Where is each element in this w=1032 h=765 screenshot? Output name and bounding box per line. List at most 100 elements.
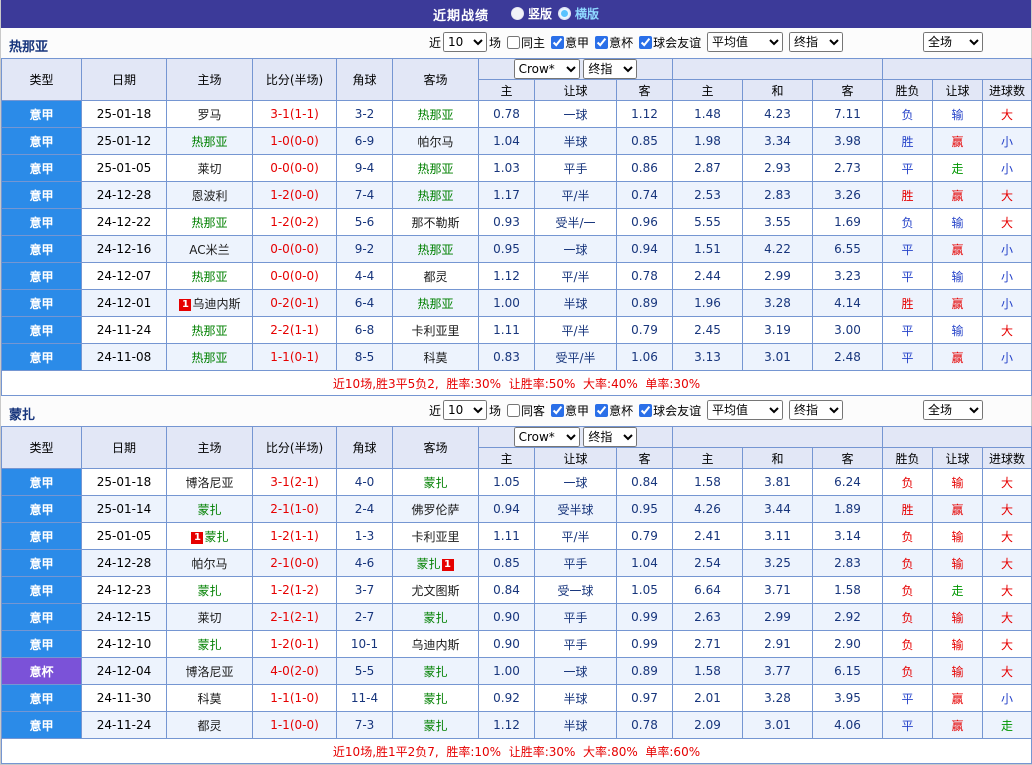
result-wdl-cell: 胜 — [882, 289, 934, 317]
home-team-cell: AC米兰 — [166, 235, 253, 263]
home-team-cell: 博洛尼亚 — [166, 468, 253, 496]
col-header-type: 类型 — [1, 426, 82, 469]
filter-checkbox-item[interactable]: 意甲 — [551, 402, 589, 419]
date-cell: 24-12-23 — [81, 576, 167, 604]
home-team-cell: 科莫 — [166, 684, 253, 712]
away-team-cell: 乌迪内斯 — [392, 630, 479, 658]
score-cell: 2-2(1-1) — [252, 316, 337, 344]
corners-cell: 6-8 — [336, 316, 393, 344]
corners-cell: 3-2 — [336, 100, 393, 128]
col-header-result-goals: 进球数 — [982, 447, 1032, 469]
date-cell: 24-12-10 — [81, 630, 167, 658]
result-handicap-cell: 赢 — [932, 343, 984, 371]
euro-home-cell: 2.63 — [672, 603, 743, 631]
filter-checkbox-item[interactable]: 意杯 — [595, 34, 633, 51]
result-goals-cell: 走 — [982, 711, 1032, 739]
filter-checkbox[interactable] — [595, 403, 609, 417]
corners-cell: 10-1 — [336, 630, 393, 658]
date-cell: 24-12-28 — [81, 181, 167, 209]
filter-checkbox-item[interactable]: 同主 — [507, 34, 545, 51]
score-cell: 0-0(0-0) — [252, 262, 337, 290]
recent-count-select[interactable]: 10 — [443, 400, 488, 420]
asian-home-cell: 0.85 — [478, 549, 535, 577]
score-cell: 3-1(1-1) — [252, 100, 337, 128]
col-header-result-wdl: 胜负 — [882, 447, 934, 469]
corners-cell: 5-6 — [336, 208, 393, 236]
euro-away-cell: 4.06 — [811, 711, 884, 739]
asian-away-cell: 1.06 — [616, 343, 673, 371]
filter-checkbox[interactable] — [639, 35, 653, 49]
euro-away-cell: 2.73 — [811, 154, 884, 182]
team-name: 蒙扎 — [197, 583, 222, 598]
average-odds-select[interactable]: 平均值 — [707, 400, 783, 420]
full-match-select[interactable]: 全场 — [923, 400, 983, 420]
filter-checkbox-item[interactable]: 意杯 — [595, 402, 633, 419]
away-team-cell: 科莫 — [392, 343, 479, 371]
team-name: 蒙扎 — [423, 475, 448, 490]
asian-handicap-cell: 一球 — [534, 100, 617, 128]
away-team-cell: 那不勒斯 — [392, 208, 479, 236]
filter-checkbox-label: 意杯 — [609, 35, 634, 50]
final-odds-select-europe[interactable]: 终指 — [789, 32, 843, 52]
euro-away-cell: 1.89 — [811, 495, 884, 523]
corners-cell: 7-3 — [336, 711, 393, 739]
result-wdl-cell: 平 — [882, 316, 934, 344]
date-cell: 24-12-01 — [81, 289, 167, 317]
league-cell: 意甲 — [1, 100, 82, 128]
euro-home-cell: 2.44 — [672, 262, 743, 290]
result-goals-cell: 小 — [982, 343, 1032, 371]
filter-checkbox[interactable] — [551, 35, 565, 49]
euro-home-cell: 3.13 — [672, 343, 743, 371]
euro-away-cell: 6.55 — [811, 235, 884, 263]
final-odds-select-asian[interactable]: 终指 — [583, 427, 638, 447]
games-label: 场 — [489, 403, 502, 418]
average-odds-select[interactable]: 平均值 — [707, 32, 783, 52]
filter-checkbox[interactable] — [507, 403, 521, 417]
asian-away-cell: 1.05 — [616, 576, 673, 604]
team-name: 热那亚 — [191, 350, 228, 365]
filter-checkbox-item[interactable]: 球会友谊 — [639, 402, 701, 419]
home-team-cell: 蒙扎 — [166, 576, 253, 604]
result-handicap-cell: 输 — [932, 208, 984, 236]
final-odds-select-europe[interactable]: 终指 — [789, 400, 843, 420]
date-cell: 25-01-12 — [81, 127, 167, 155]
match-row: 意甲 25-01-12 热那亚 1-0(0-0) 6-9 帕尔马 1.04 半球 0.85 1.9… — [1, 127, 1032, 155]
team-name: 尤文图斯 — [411, 583, 460, 598]
league-cell: 意甲 — [1, 711, 82, 739]
col-header-date: 日期 — [81, 426, 167, 469]
filter-checkbox-item[interactable]: 同客 — [507, 402, 545, 419]
league-cell: 意甲 — [1, 208, 82, 236]
asian-away-cell: 0.96 — [616, 208, 673, 236]
col-header-euro-away: 客 — [811, 447, 884, 469]
col-header-score-half: 比分(半场) — [252, 58, 337, 101]
filter-checkbox[interactable] — [639, 403, 653, 417]
asian-away-cell: 0.78 — [616, 711, 673, 739]
result-handicap-cell: 赢 — [932, 711, 984, 739]
filter-checkbox[interactable] — [595, 35, 609, 49]
crown-odds-select[interactable]: Crow* — [513, 59, 580, 79]
euro-draw-cell: 3.19 — [742, 316, 813, 344]
match-row: 意甲 24-12-01 1 乌迪内斯 0-2(0-1) 6-4 热那亚 1.00 半球 0.89 1… — [1, 289, 1032, 317]
section-title: 热那亚 — [9, 40, 49, 55]
filter-checkbox-item[interactable]: 意甲 — [551, 34, 589, 51]
filter-checkbox[interactable] — [551, 403, 565, 417]
team-name: 蒙扎 — [197, 502, 222, 517]
result-wdl-cell: 负 — [882, 603, 934, 631]
asian-home-cell: 1.11 — [478, 522, 535, 550]
away-team-cell: 热那亚 — [392, 181, 479, 209]
euro-away-cell: 3.00 — [811, 316, 884, 344]
radio-icon — [510, 7, 524, 20]
layout-radio-selected[interactable]: 横版 — [558, 5, 599, 22]
team-name: 乌迪内斯 — [192, 296, 241, 311]
layout-radio-option[interactable]: 竖版 — [510, 5, 552, 22]
crown-odds-select[interactable]: Crow* — [513, 427, 580, 447]
result-handicap-cell: 输 — [932, 468, 984, 496]
final-odds-select-asian[interactable]: 终指 — [583, 59, 638, 79]
recent-count-select[interactable]: 10 — [443, 32, 488, 52]
euro-home-cell: 1.96 — [672, 289, 743, 317]
date-cell: 24-11-24 — [81, 711, 167, 739]
filter-checkbox-item[interactable]: 球会友谊 — [639, 34, 701, 51]
filter-checkbox[interactable] — [507, 35, 521, 49]
corners-cell: 9-4 — [336, 154, 393, 182]
full-match-select[interactable]: 全场 — [923, 32, 983, 52]
